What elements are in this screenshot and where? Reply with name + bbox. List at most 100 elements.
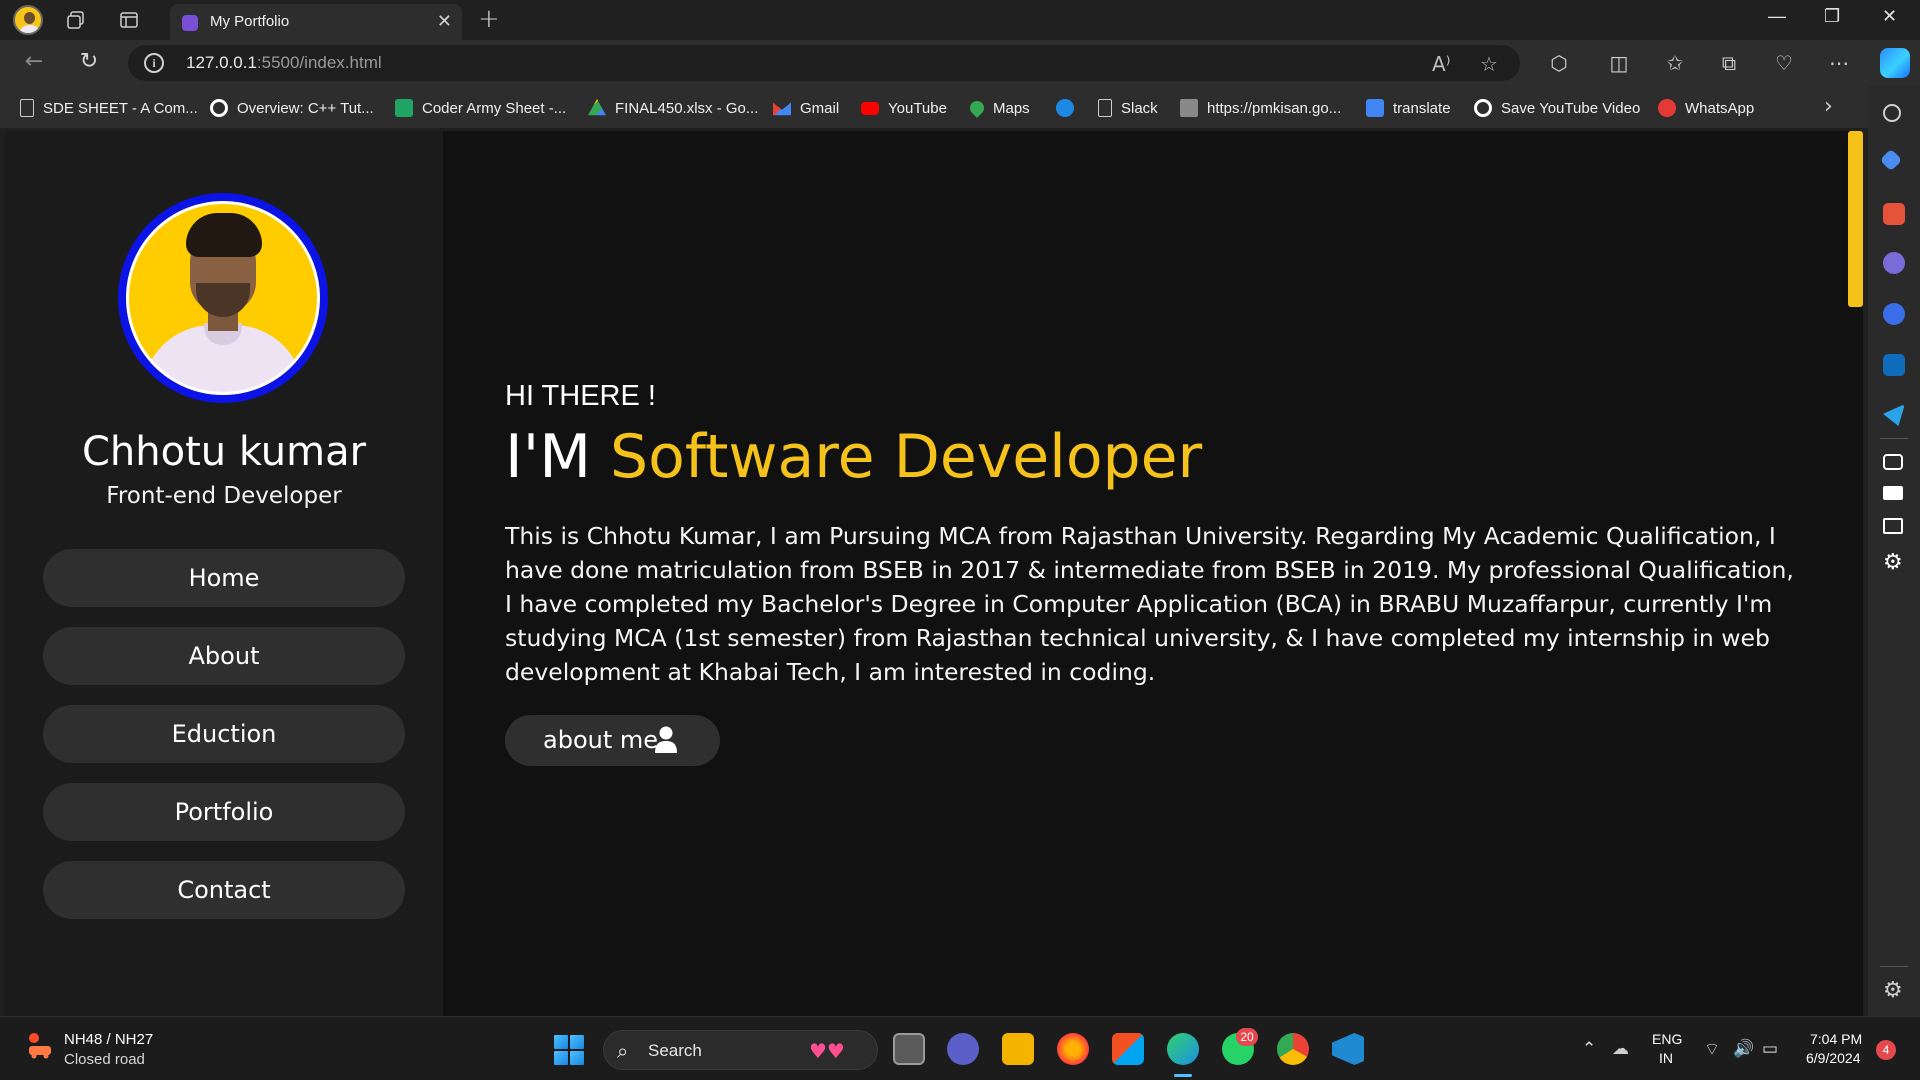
chrome-icon[interactable] [1277,1033,1309,1065]
taskbar-search[interactable]: ⌕ Search ♥♥ [603,1030,878,1070]
copilot-icon[interactable] [1880,48,1910,78]
bookmark-translate[interactable]: translate [1366,98,1451,118]
close-window-button[interactable]: ✕ [1882,6,1897,27]
bookmark-overview-cpp[interactable]: Overview: C++ Tut... [210,98,374,118]
translate-icon [1366,99,1384,117]
notification-badge[interactable]: 4 [1876,1040,1896,1060]
teams-chat-icon[interactable] [947,1033,979,1065]
bookmark-coder-army-sheet[interactable]: Coder Army Sheet -... [395,98,566,118]
task-view-icon[interactable] [893,1033,925,1065]
onedrive-icon[interactable]: ☁ [1612,1039,1629,1059]
about-me-label: about me [543,726,659,754]
video-camera-icon[interactable] [1883,486,1903,500]
active-app-indicator [1174,1074,1192,1077]
reload-button[interactable]: ↻ [76,49,102,75]
tab-close-icon[interactable]: ✕ [437,11,452,32]
youtube-icon [861,101,879,115]
hearts-icon: ♥♥ [809,1039,845,1063]
file-explorer-icon[interactable] [1002,1033,1034,1065]
user-icon [655,726,677,753]
google-icon [210,99,228,117]
nav-home-button[interactable]: Home [43,549,405,607]
weather-subtitle[interactable]: Closed road [64,1051,145,1068]
collections-icon[interactable]: ⧉ [1716,50,1742,76]
bookmark-save-youtube-video[interactable]: Save YouTube Video [1474,98,1640,118]
bookmark-slack[interactable]: Slack [1098,98,1158,118]
window-icon[interactable] [1883,518,1903,534]
clock-date[interactable]: 6/9/2024 [1806,1050,1861,1066]
minimize-button[interactable]: — [1768,6,1786,27]
bookmark-whatsapp[interactable]: WhatsApp [1658,98,1754,118]
split-screen-icon[interactable]: ◫ [1606,50,1632,76]
url-host: 127.0.0.1 [186,53,257,72]
shopping-tag-icon[interactable] [1879,148,1903,172]
bookmark-label: translate [1393,99,1451,117]
outlook-icon[interactable] [1883,354,1905,376]
scrollbar-thumb[interactable] [1848,131,1863,307]
edge-icon[interactable] [1167,1033,1199,1065]
site-info-icon[interactable]: i [144,53,164,73]
edge-sidebar: ⚙ ⚙ [1868,86,1920,1016]
vscode-icon[interactable] [1332,1033,1364,1065]
about-me-button[interactable]: about me [505,715,720,766]
extensions-icon[interactable]: ⬡ [1546,50,1572,76]
bookmark-label: Overview: C++ Tut... [237,99,374,117]
tab-my-portfolio[interactable]: My Portfolio ✕ [170,4,462,40]
hero-greeting: HI THERE ! [505,380,656,412]
microsoft-store-icon[interactable] [1112,1033,1144,1065]
language-code[interactable]: ENG [1652,1031,1682,1047]
sheets-icon [395,99,413,117]
profile-sidebar: Chhotu kumar Front-end Developer Home Ab… [5,131,443,1016]
tab-favicon-icon [182,15,198,31]
gmail-icon [773,102,791,116]
telegram-icon[interactable] [1883,404,1905,426]
nav-contact-button[interactable]: Contact [43,861,405,919]
read-aloud-icon[interactable]: A⁾ [1432,52,1451,76]
start-button[interactable] [554,1035,584,1065]
bookmark-c-logo[interactable] [1056,98,1083,118]
bookmark-final450[interactable]: FINAL450.xlsx - Go... [588,98,758,118]
bookmark-youtube[interactable]: YouTube [861,98,947,118]
address-bar[interactable]: i 127.0.0.1:5500/index.html A⁾ ☆ [128,45,1520,81]
search-icon: ⌕ [617,1039,629,1063]
search-icon[interactable] [1883,104,1901,122]
url-text[interactable]: 127.0.0.1:5500/index.html [186,53,382,73]
gear-icon[interactable]: ⚙ [1883,552,1905,574]
chevron-right-icon[interactable]: › [1824,94,1833,119]
url-path: :5500/index.html [256,53,382,72]
bookmark-maps[interactable]: Maps [967,98,1030,118]
games-icon[interactable] [1883,252,1905,274]
restore-button[interactable]: ❐ [1824,6,1840,27]
clock-time[interactable]: 7:04 PM [1810,1031,1862,1047]
bookmark-label: Slack [1121,99,1158,117]
back-button[interactable]: ← [21,49,47,75]
battery-icon[interactable]: ▭ [1762,1039,1778,1059]
more-menu-icon[interactable]: ⋯ [1826,50,1852,76]
bookmark-pmkisan[interactable]: https://pmkisan.go... [1180,98,1341,118]
nav-portfolio-button[interactable]: Portfolio [43,783,405,841]
bookmark-sde-sheet[interactable]: SDE SHEET - A Com... [20,98,198,118]
vertical-tabs-icon[interactable] [119,10,139,30]
chevron-up-icon[interactable]: ⌃ [1582,1039,1596,1059]
wifi-icon[interactable]: ⌔ [1704,1039,1720,1060]
new-tab-button[interactable]: + [478,4,500,34]
firefox-icon[interactable] [1057,1033,1089,1065]
browser-essentials-icon[interactable]: ♡ [1771,50,1797,76]
workspaces-icon[interactable] [66,10,86,30]
volume-icon[interactable]: 🔊 [1733,1039,1754,1059]
nav-education-button[interactable]: Eduction [43,705,405,763]
weather-title[interactable]: NH48 / NH27 [64,1031,153,1048]
favorites-icon[interactable]: ✩ [1662,50,1688,76]
microsoft-365-icon[interactable] [1883,303,1905,325]
camera-icon[interactable] [1883,454,1903,470]
profile-photo [118,193,328,403]
sidebar-settings-icon[interactable]: ⚙ [1883,980,1905,1002]
language-region[interactable]: IN [1659,1050,1673,1066]
bookmark-gmail[interactable]: Gmail [773,98,839,118]
traffic-alert-icon[interactable] [26,1032,54,1060]
title-bar: My Portfolio ✕ + — ❐ ✕ [0,0,1920,40]
profile-avatar-icon[interactable] [13,5,43,35]
nav-about-button[interactable]: About [43,627,405,685]
favorite-star-icon[interactable]: ☆ [1480,52,1498,76]
tools-icon[interactable] [1883,203,1905,225]
